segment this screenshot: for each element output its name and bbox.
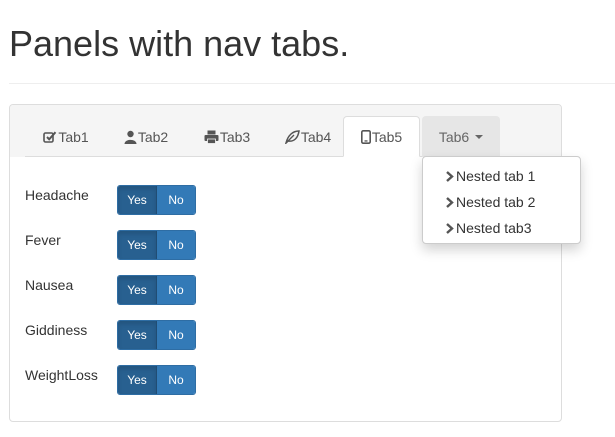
- symptom-row-fever: Fever Yes No: [25, 230, 225, 260]
- dropdown-item-nested-tab-2[interactable]: Nested tab 2: [423, 189, 580, 215]
- dropdown-item-label: Nested tab 2: [456, 194, 536, 210]
- yes-no-toggle: Yes No: [117, 185, 196, 215]
- no-button[interactable]: No: [157, 321, 195, 349]
- chevron-right-icon: [445, 196, 454, 208]
- tab-4[interactable]: Tab4: [269, 116, 347, 157]
- yes-no-toggle: Yes No: [117, 365, 196, 395]
- no-button[interactable]: No: [157, 231, 195, 259]
- row-label: Nausea: [25, 277, 74, 293]
- print-icon: [204, 130, 219, 144]
- chevron-right-icon: [445, 222, 454, 234]
- tab-6-dropdown-menu: Nested tab 1 Nested tab 2 Nested tab3: [422, 156, 581, 244]
- caret-down-icon: [475, 134, 484, 139]
- dropdown-item-label: Nested tab3: [456, 220, 532, 236]
- tab-1[interactable]: Tab1: [28, 116, 104, 157]
- symptom-row-weightloss: WeightLoss Yes No: [25, 365, 225, 395]
- page-title: Panels with nav tabs.: [9, 23, 350, 64]
- yes-button[interactable]: Yes: [118, 276, 157, 304]
- tab-1-label: Tab1: [58, 128, 89, 145]
- tab-5[interactable]: Tab5: [343, 116, 420, 157]
- leaf-icon: [284, 129, 300, 144]
- page: Panels with nav tabs. Tab1 Tab2 Tab3 Tab…: [0, 0, 615, 437]
- row-label: Giddiness: [25, 322, 88, 338]
- row-label: WeightLoss: [25, 367, 98, 383]
- tab-6-label: Tab6: [438, 128, 470, 145]
- tab-2-label: Tab2: [137, 128, 169, 145]
- dropdown-item-nested-tab-1[interactable]: Nested tab 1: [423, 163, 580, 189]
- yes-no-toggle: Yes No: [117, 275, 196, 305]
- symptom-row-headache: Headache Yes No: [25, 185, 225, 215]
- yes-no-toggle: Yes No: [117, 230, 196, 260]
- row-label: Headache: [25, 187, 89, 203]
- tab-3[interactable]: Tab3: [188, 116, 266, 157]
- tab-5-label: Tab5: [371, 128, 403, 145]
- yes-no-toggle: Yes No: [117, 320, 196, 350]
- yes-button[interactable]: Yes: [118, 321, 157, 349]
- symptom-row-nausea: Nausea Yes No: [25, 275, 225, 305]
- user-icon: [124, 130, 137, 144]
- yes-button[interactable]: Yes: [118, 366, 157, 394]
- tab-2[interactable]: Tab2: [107, 116, 185, 157]
- symptom-row-giddiness: Giddiness Yes No: [25, 320, 225, 350]
- dropdown-item-label: Nested tab 1: [456, 168, 536, 184]
- mobile-icon: [360, 129, 371, 144]
- tab-6-dropdown[interactable]: Tab6: [422, 116, 500, 157]
- no-button[interactable]: No: [157, 276, 195, 304]
- no-button[interactable]: No: [157, 366, 195, 394]
- chevron-right-icon: [445, 170, 454, 182]
- check-square-icon: [43, 130, 57, 144]
- tabbed-panel: Tab1 Tab2 Tab3 Tab4 Tab5 Tab6 Headache Y…: [9, 104, 563, 422]
- yes-button[interactable]: Yes: [118, 231, 157, 259]
- tab-3-label: Tab3: [219, 128, 251, 145]
- row-label: Fever: [25, 232, 61, 248]
- yes-button[interactable]: Yes: [118, 186, 157, 214]
- title-divider: [9, 83, 615, 84]
- no-button[interactable]: No: [157, 186, 195, 214]
- dropdown-item-nested-tab-3[interactable]: Nested tab3: [423, 215, 580, 241]
- tab-4-label: Tab4: [300, 128, 332, 145]
